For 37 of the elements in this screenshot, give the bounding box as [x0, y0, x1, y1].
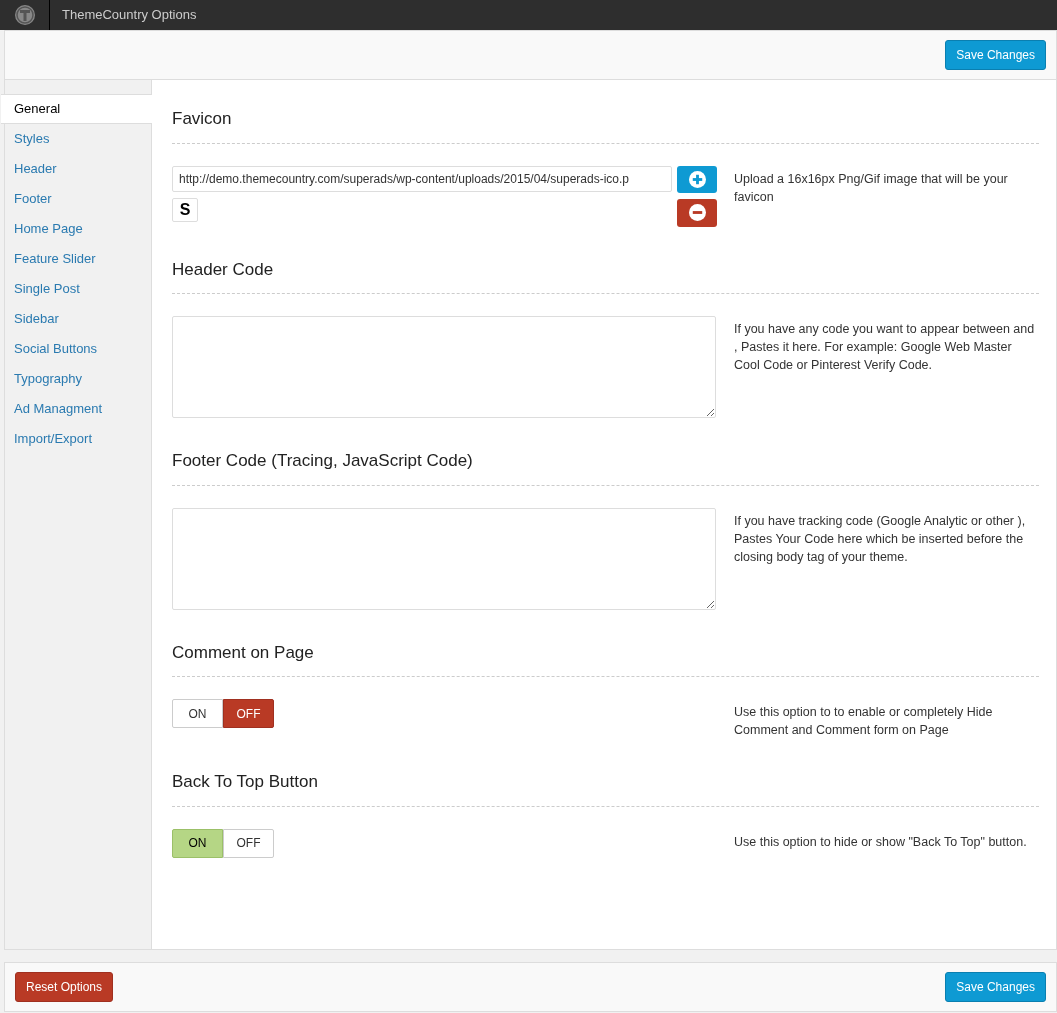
option-description: If you have tracking code (Google Analytic or other ), Pastes Your Code here which be inserted before the closing body tag of your theme.: [734, 512, 1027, 566]
option-description: Use this option to to enable or completely Hide Comment and Comment form on Page: [734, 704, 994, 739]
option-description: Use this option to hide or show "Back To Top" button.: [734, 833, 1028, 851]
add-button[interactable]: [677, 165, 717, 193]
minus-icon: [688, 204, 706, 221]
sidebar-item[interactable]: Header: [5, 154, 151, 184]
option-description: If you have any code you want to appear between and , Pastes it here. For example: Google Web Master Cool Code or Pinterest Verify Code.: [734, 321, 1036, 374]
section-title: Footer Code (Tracing, JavaScript Code): [172, 448, 1039, 486]
sidebar-item[interactable]: Home Page: [5, 214, 151, 244]
option-description: Upload a 16x16px Png/Gif image that will be your favicon: [734, 170, 1009, 206]
reset-options-button[interactable]: Reset Options: [15, 972, 114, 1002]
sidebar-item[interactable]: Feature Slider: [5, 244, 151, 274]
remove-button[interactable]: [677, 198, 717, 227]
plus-icon: [688, 170, 706, 188]
logo-icon: [13, 4, 36, 26]
toggle-option[interactable]: OFF: [223, 828, 274, 858]
toggle-option[interactable]: OFF: [223, 699, 274, 728]
sidebar-item[interactable]: Sidebar: [5, 304, 151, 334]
sidebar-item[interactable]: Import/Export: [5, 424, 151, 454]
sidebar-item[interactable]: Footer: [5, 184, 151, 214]
url-field[interactable]: http://demo.themecountry.com/superads/wp-content/uploads/2015/04/superads-ico.p: [172, 165, 672, 192]
sidebar-item[interactable]: Styles: [5, 124, 151, 154]
section-title: Back To Top Button: [172, 769, 1039, 807]
toggle-option[interactable]: ON: [172, 699, 223, 728]
section-title: Comment on Page: [172, 639, 1039, 677]
section-title: Header Code: [172, 256, 1039, 294]
favicon-preview: S: [172, 197, 198, 222]
save-changes-button[interactable]: Save Changes: [945, 972, 1046, 1002]
app-title: ThemeCountry Options: [62, 6, 197, 25]
sidebar-item[interactable]: Ad Managment: [5, 394, 151, 424]
section-title: Favicon: [172, 106, 1039, 144]
sidebar-item[interactable]: Typography: [5, 364, 151, 394]
sidebar-item[interactable]: Single Post: [5, 274, 151, 304]
toggle-option[interactable]: ON: [172, 828, 223, 858]
sidebar-item[interactable]: Social Buttons: [5, 334, 151, 364]
save-changes-button[interactable]: Save Changes: [945, 40, 1046, 70]
sidebar-item[interactable]: General: [1, 94, 152, 124]
